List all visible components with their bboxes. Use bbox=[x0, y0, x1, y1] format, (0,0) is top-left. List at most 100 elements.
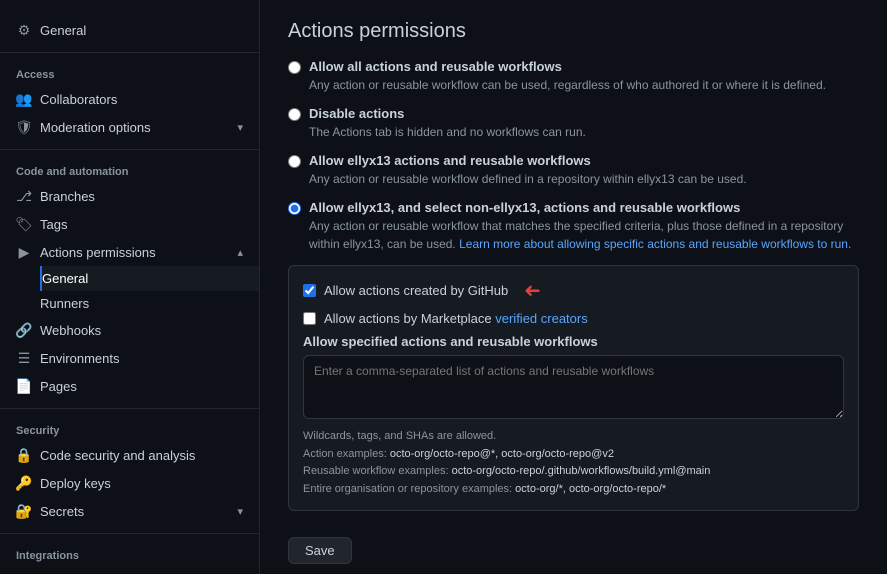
section-label-integrations: Integrations bbox=[0, 542, 259, 566]
spec-hint-4-value: octo-org/*, octo-org/octo-repo/* bbox=[515, 483, 666, 495]
red-arrow-icon: ➜ bbox=[524, 278, 541, 303]
sidebar-label-webhooks: Webhooks bbox=[40, 323, 243, 338]
checkbox-label-2-text: Allow actions by Marketplace bbox=[324, 311, 495, 326]
sidebar-label-code-security: Code security and analysis bbox=[40, 448, 243, 463]
sidebar-item-actions[interactable]: ▶ Actions permissions ▴ bbox=[0, 238, 259, 266]
checkbox-label-2[interactable]: Allow actions by Marketplace verified cr… bbox=[324, 311, 588, 326]
sidebar-item-actions-runners[interactable]: Runners bbox=[40, 291, 259, 316]
shield-icon: 🛡 bbox=[16, 119, 32, 135]
lock-icon: 🔐 bbox=[16, 503, 32, 519]
sidebar-item-actions-general[interactable]: General bbox=[40, 266, 259, 291]
radio-label-1[interactable]: Allow all actions and reusable workflows bbox=[309, 59, 562, 74]
radio-desc-3: Any action or reusable workflow defined … bbox=[309, 170, 747, 188]
checkbox-github-actions[interactable] bbox=[303, 284, 316, 297]
sidebar-item-deploy-keys[interactable]: 🔑 Deploy keys bbox=[0, 469, 259, 497]
spec-hint-4-prefix: Entire organisation or repository exampl… bbox=[303, 483, 515, 495]
actions-icon: ▶ bbox=[16, 244, 32, 260]
checkbox-option-2: Allow actions by Marketplace verified cr… bbox=[303, 311, 844, 326]
branch-icon: ⎇ bbox=[16, 188, 32, 204]
spec-hint-3-value: octo-org/octo-repo/.github/workflows/bui… bbox=[452, 465, 711, 477]
sidebar-label-actions-runners: Runners bbox=[40, 296, 243, 311]
sidebar-label-branches: Branches bbox=[40, 189, 243, 204]
save-button[interactable]: Save bbox=[288, 537, 352, 564]
radio-content-3: Allow ellyx13 actions and reusable workf… bbox=[309, 153, 747, 188]
sidebar-label-secrets: Secrets bbox=[40, 504, 229, 519]
sidebar-item-webhooks[interactable]: 🔗 Webhooks bbox=[0, 316, 259, 344]
sidebar-item-environments[interactable]: ☰ Environments bbox=[0, 344, 259, 372]
sidebar-label-collaborators: Collaborators bbox=[40, 92, 243, 107]
section-label-security: Security bbox=[0, 417, 259, 441]
verified-creators-link[interactable]: verified creators bbox=[495, 311, 587, 326]
radio-content-2: Disable actions The Actions tab is hidde… bbox=[309, 106, 586, 141]
specified-section: Allow specified actions and reusable wor… bbox=[303, 334, 844, 498]
radio-content-1: Allow all actions and reusable workflows… bbox=[309, 59, 826, 94]
sidebar-label-tags: Tags bbox=[40, 217, 243, 232]
sidebar-label-pages: Pages bbox=[40, 379, 243, 394]
radio-desc-2: The Actions tab is hidden and no workflo… bbox=[309, 123, 586, 141]
sidebar-label-moderation: Moderation options bbox=[40, 120, 229, 135]
radio-label-2[interactable]: Disable actions bbox=[309, 106, 404, 121]
sidebar: ⚙ General Access 👥 Collaborators 🛡 Moder… bbox=[0, 0, 260, 574]
person-icon: 👥 bbox=[16, 91, 32, 107]
divider2 bbox=[0, 149, 259, 150]
spec-hints: Wildcards, tags, and SHAs are allowed. A… bbox=[303, 428, 844, 498]
checkbox-option-1: Allow actions created by GitHub ➜ bbox=[303, 278, 844, 303]
sidebar-item-tags[interactable]: 🏷 Tags bbox=[0, 210, 259, 238]
gear-icon: ⚙ bbox=[16, 22, 32, 38]
spec-hint-3-prefix: Reusable workflow examples: bbox=[303, 465, 452, 477]
sidebar-item-general[interactable]: ⚙ General bbox=[0, 16, 259, 44]
sub-options-panel: Allow actions created by GitHub ➜ Allow … bbox=[288, 265, 859, 511]
sidebar-item-github-apps[interactable]: ⬡ GitHub apps bbox=[0, 566, 259, 574]
tag-icon: 🏷 bbox=[16, 216, 32, 232]
sidebar-item-branches[interactable]: ⎇ Branches bbox=[0, 182, 259, 210]
pages-icon: 📄 bbox=[16, 378, 32, 394]
spec-hint-2-value: octo-org/octo-repo@*, octo-org/octo-repo… bbox=[390, 448, 614, 460]
sidebar-item-moderation[interactable]: 🛡 Moderation options ▾ bbox=[0, 113, 259, 141]
radio-label-3[interactable]: Allow ellyx13 actions and reusable workf… bbox=[309, 153, 591, 168]
spec-hint-2-prefix: Action examples: bbox=[303, 448, 390, 460]
sidebar-label-deploy-keys: Deploy keys bbox=[40, 476, 243, 491]
checkbox-label-1[interactable]: Allow actions created by GitHub bbox=[324, 283, 508, 298]
key-icon: 🔑 bbox=[16, 475, 32, 491]
radio-content-4: Allow ellyx13, and select non-ellyx13, a… bbox=[309, 200, 859, 253]
radio-input-4[interactable] bbox=[288, 202, 301, 215]
main-content: Actions permissions Allow all actions an… bbox=[260, 0, 887, 574]
chevron-down-icon: ▾ bbox=[237, 121, 243, 134]
spec-hint-1: Wildcards, tags, and SHAs are allowed. bbox=[303, 430, 496, 442]
radio-input-1[interactable] bbox=[288, 61, 301, 74]
radio-input-2[interactable] bbox=[288, 108, 301, 121]
radio-option-3: Allow ellyx13 actions and reusable workf… bbox=[288, 153, 859, 188]
sidebar-label-general: General bbox=[40, 23, 243, 38]
sidebar-label-environments: Environments bbox=[40, 351, 243, 366]
sidebar-label-actions-general: General bbox=[42, 271, 243, 286]
section-label-access: Access bbox=[0, 61, 259, 85]
sidebar-sub-actions: General Runners bbox=[0, 266, 259, 316]
radio-desc-4-link[interactable]: Learn more about allowing specific actio… bbox=[459, 237, 851, 251]
checkbox-marketplace[interactable] bbox=[303, 312, 316, 325]
specified-textarea[interactable] bbox=[303, 355, 844, 419]
webhook-icon: 🔗 bbox=[16, 322, 32, 338]
sidebar-label-actions: Actions permissions bbox=[40, 245, 229, 260]
page-title: Actions permissions bbox=[288, 20, 859, 43]
sidebar-item-collaborators[interactable]: 👥 Collaborators bbox=[0, 85, 259, 113]
chevron-up-icon: ▴ bbox=[237, 246, 243, 259]
chevron-down-secrets-icon: ▾ bbox=[237, 505, 243, 518]
divider1 bbox=[0, 52, 259, 53]
section-label-code: Code and automation bbox=[0, 158, 259, 182]
radio-input-3[interactable] bbox=[288, 155, 301, 168]
radio-label-4[interactable]: Allow ellyx13, and select non-ellyx13, a… bbox=[309, 200, 740, 215]
radio-desc-1: Any action or reusable workflow can be u… bbox=[309, 76, 826, 94]
radio-option-4: Allow ellyx13, and select non-ellyx13, a… bbox=[288, 200, 859, 253]
specified-label: Allow specified actions and reusable wor… bbox=[303, 334, 844, 349]
divider3 bbox=[0, 408, 259, 409]
sidebar-item-pages[interactable]: 📄 Pages bbox=[0, 372, 259, 400]
env-icon: ☰ bbox=[16, 350, 32, 366]
radio-option-1: Allow all actions and reusable workflows… bbox=[288, 59, 859, 94]
radio-option-2: Disable actions The Actions tab is hidde… bbox=[288, 106, 859, 141]
sidebar-item-code-security[interactable]: 🔒 Code security and analysis bbox=[0, 441, 259, 469]
divider4 bbox=[0, 533, 259, 534]
sidebar-item-secrets[interactable]: 🔐 Secrets ▾ bbox=[0, 497, 259, 525]
shield-check-icon: 🔒 bbox=[16, 447, 32, 463]
checkbox-label-1-text: Allow actions created by GitHub bbox=[324, 283, 508, 298]
radio-desc-4: Any action or reusable workflow that mat… bbox=[309, 217, 859, 253]
